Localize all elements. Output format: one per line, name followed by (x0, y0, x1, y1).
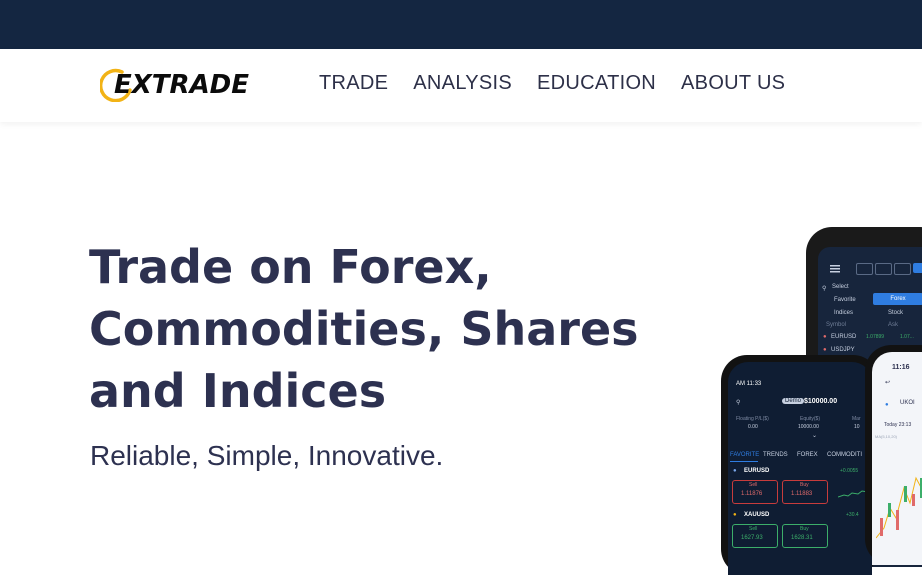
phone-right-screen: 11:16 ↩ ● UKOI Today 23:13 MA(5,10,20) (872, 352, 922, 565)
instrument-xauusd[interactable]: XAUUSD (744, 512, 769, 518)
floating-pl-value: 0.00 (748, 424, 758, 430)
sell-button-xauusd[interactable]: Sell 1627.93 (732, 524, 778, 548)
column-ask: Ask (888, 322, 899, 328)
row-value-eurusd-2: 1.07... (900, 334, 914, 340)
nav-item-education[interactable]: EDUCATION (537, 72, 656, 95)
nav-item-trade[interactable]: TRADE (319, 72, 388, 95)
instrument-xauusd-change: +30.4 (846, 512, 859, 518)
sell-price: 1.11876 (741, 491, 763, 497)
hero-title-line-2: Commodities, Shares (89, 302, 639, 356)
chevron-down-icon[interactable]: ⌄ (812, 432, 817, 439)
tab-underline (730, 461, 758, 462)
column-symbol: Symbol (826, 322, 847, 328)
nav-item-analysis[interactable]: ANALYSIS (413, 72, 512, 95)
instrument-eurusd[interactable]: EURUSD (744, 468, 769, 474)
tab-indices[interactable]: Indices (834, 310, 853, 316)
buy-price: 1628.31 (791, 535, 813, 541)
logo-text: EXTRADE (114, 70, 250, 100)
flag-icon: ● (823, 347, 827, 353)
hero-title: Trade on Forex, Commodities, Shares and … (89, 236, 689, 422)
menu-icon (830, 265, 840, 273)
sell-label: Sell (749, 482, 758, 488)
status-time: AM 11:33 (736, 381, 762, 387)
phone-right-mockup: 11:16 ↩ ● UKOI Today 23:13 MA(5,10,20) (865, 345, 922, 565)
buy-button-xauusd[interactable]: Buy 1628.31 (782, 524, 828, 548)
layout-icons (856, 263, 922, 275)
equity-label: Equity($) (800, 416, 821, 422)
buy-label: Buy (800, 526, 809, 532)
symbol-name[interactable]: UKOI (900, 400, 915, 406)
phone-left-screen: AM 11:33 ⚲ Demo $10000.00 Floating P/L($… (728, 362, 872, 575)
row-symbol-usdjpy[interactable]: USDJPY (831, 347, 855, 353)
status-time: 11:16 (892, 364, 910, 371)
date-text: Today 23:13 (884, 422, 912, 428)
tab-trends[interactable]: TRENDS (763, 452, 788, 458)
tab-forex[interactable]: FOREX (797, 452, 818, 458)
eurusd-icon: ● (733, 468, 737, 474)
candlestick-chart (876, 476, 922, 539)
account-balance[interactable]: $10000.00 (804, 398, 837, 405)
tab-forex[interactable]: Forex (873, 293, 922, 305)
chart-indicator-label: MA(5,10,20) (875, 434, 898, 439)
margin-label: Mar (852, 416, 861, 422)
flag-icon: ● (823, 334, 827, 340)
symbol-icon: ● (885, 402, 889, 408)
back-icon[interactable]: ↩ (885, 379, 890, 386)
buy-price: 1.11883 (791, 491, 813, 497)
sell-price: 1627.93 (741, 535, 763, 541)
search-icon[interactable]: ⚲ (736, 399, 740, 406)
margin-value: 10 (854, 424, 860, 430)
nav-item-about-us[interactable]: ABOUT US (681, 72, 785, 95)
search-icon[interactable]: ⚲ (822, 285, 826, 292)
row-value-eurusd-1: 1.07899 (866, 334, 885, 340)
nav-menu: TRADE ANALYSIS EDUCATION ABOUT US (319, 72, 785, 95)
equity-value: 10000.00 (798, 424, 819, 430)
hero-title-line-3: and Indices (89, 364, 387, 418)
select-label: Select (832, 284, 849, 290)
phone-left-mockup: AM 11:33 ⚲ Demo $10000.00 Floating P/L($… (721, 355, 879, 575)
buy-label: Buy (800, 482, 809, 488)
demo-badge: Demo (782, 398, 805, 404)
tab-favorite[interactable]: Favorite (834, 297, 856, 303)
row-symbol-eurusd[interactable]: EURUSD (831, 334, 856, 340)
xauusd-icon: ● (733, 512, 737, 518)
main-navigation: EXTRADE TRADE ANALYSIS EDUCATION ABOUT U… (0, 49, 922, 122)
tab-favorite[interactable]: FAVORITE (730, 452, 759, 458)
logo[interactable]: EXTRADE (100, 64, 249, 110)
hero-title-line-1: Trade on Forex, (89, 240, 492, 294)
sell-label: Sell (749, 526, 758, 532)
hero-subtitle: Reliable, Simple, Innovative. (90, 440, 444, 471)
tab-commodities[interactable]: COMMODITI (827, 452, 862, 458)
instrument-eurusd-change: +0.0055 (840, 468, 859, 474)
sell-button-eurusd[interactable]: Sell 1.11876 (732, 480, 778, 504)
top-bar (0, 0, 922, 49)
buy-button-eurusd[interactable]: Buy 1.11883 (782, 480, 828, 504)
tab-stock[interactable]: Stock (888, 310, 903, 316)
floating-pl-label: Floating P/L($) (736, 416, 769, 422)
